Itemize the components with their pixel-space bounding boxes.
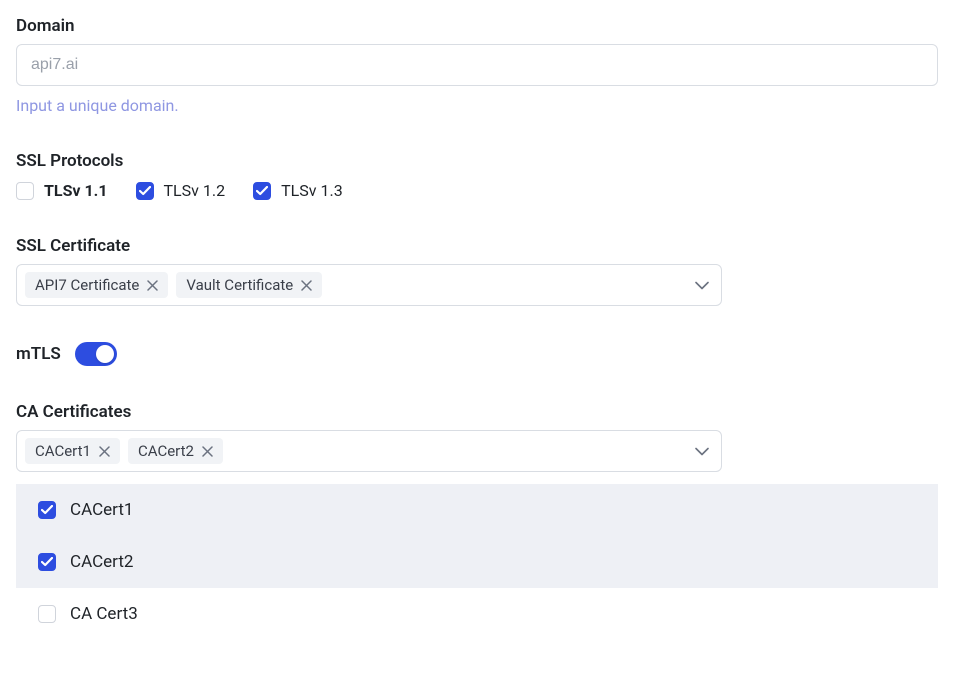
checkbox-icon: [136, 182, 154, 200]
checkbox-label: TLSv 1.3: [281, 181, 343, 200]
domain-helper: Input a unique domain.: [16, 96, 938, 115]
close-icon[interactable]: [99, 446, 110, 457]
ssl-protocol-tls11[interactable]: TLSv 1.1: [16, 181, 108, 200]
checkbox-icon: [38, 553, 56, 571]
ca-cert-option-2[interactable]: CACert2: [16, 536, 938, 588]
ca-certificates-dropdown: CACert1 CACert2 CA Cert3: [16, 484, 938, 640]
option-label: CACert1: [70, 500, 133, 520]
checkbox-label: TLSv 1.1: [44, 181, 108, 200]
tag-label: CACert2: [138, 442, 194, 460]
chevron-down-icon: [695, 442, 709, 461]
domain-label: Domain: [16, 16, 938, 36]
tag-label: Vault Certificate: [186, 276, 293, 294]
checkbox-icon: [253, 182, 271, 200]
ssl-cert-tag: Vault Certificate: [176, 272, 322, 298]
ca-certificates-label: CA Certificates: [16, 402, 938, 422]
checkbox-icon: [38, 605, 56, 623]
tag-label: API7 Certificate: [35, 276, 139, 294]
ssl-protocols-label: SSL Protocols: [16, 151, 938, 171]
checkbox-icon: [38, 501, 56, 519]
ssl-certificate-select[interactable]: API7 Certificate Vault Certificate: [16, 264, 722, 306]
mtls-label: mTLS: [16, 344, 61, 364]
checkbox-icon: [16, 182, 34, 200]
ssl-protocol-tls12[interactable]: TLSv 1.2: [136, 181, 226, 200]
option-label: CA Cert3: [70, 604, 138, 624]
ca-cert-option-1[interactable]: CACert1: [16, 484, 938, 536]
close-icon[interactable]: [202, 446, 213, 457]
ssl-certificate-label: SSL Certificate: [16, 236, 938, 256]
close-icon[interactable]: [301, 280, 312, 291]
mtls-toggle[interactable]: [75, 342, 117, 366]
checkbox-label: TLSv 1.2: [164, 181, 226, 200]
ca-cert-tag: CACert1: [25, 438, 120, 464]
toggle-knob: [96, 345, 114, 363]
close-icon[interactable]: [147, 280, 158, 291]
ca-cert-tag: CACert2: [128, 438, 223, 464]
ssl-protocol-tls13[interactable]: TLSv 1.3: [253, 181, 343, 200]
option-label: CACert2: [70, 552, 133, 572]
tag-label: CACert1: [35, 442, 91, 460]
ssl-cert-tag: API7 Certificate: [25, 272, 168, 298]
ca-certificates-select[interactable]: CACert1 CACert2: [16, 430, 722, 472]
ssl-protocols-row: TLSv 1.1 TLSv 1.2 TLSv 1.3: [16, 181, 938, 200]
domain-input[interactable]: [16, 44, 938, 86]
ca-cert-option-3[interactable]: CA Cert3: [16, 588, 938, 640]
chevron-down-icon: [695, 276, 709, 295]
